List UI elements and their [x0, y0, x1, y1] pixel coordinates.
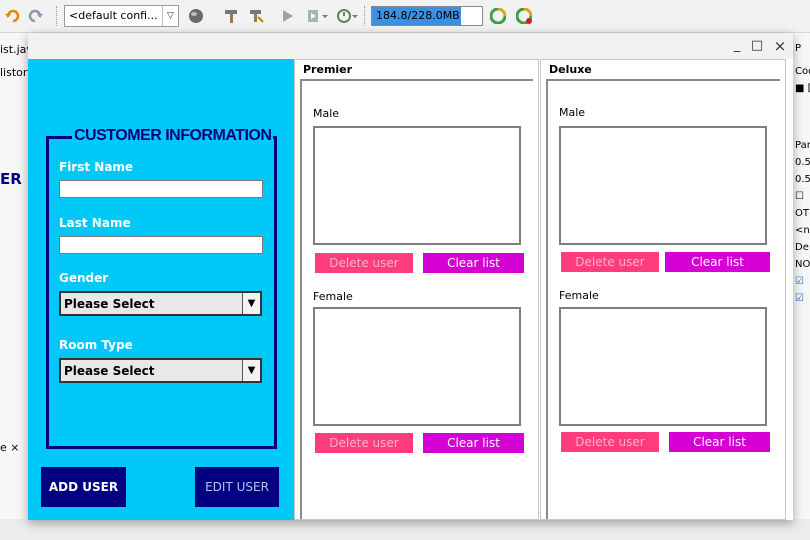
config-select-value: <default confi... [69, 9, 158, 22]
toolbar-separator [364, 6, 365, 26]
panel-divider [300, 79, 302, 519]
gender-select-value: Please Select [64, 297, 155, 311]
deluxe-male-delete-button[interactable]: Delete user [561, 252, 659, 272]
design-preview-fragment: ER IN [0, 170, 28, 188]
panel-divider [546, 79, 548, 519]
first-name-label: First Name [59, 160, 134, 174]
close-icon[interactable]: × [770, 36, 790, 56]
deluxe-female-delete-button[interactable]: Delete user [561, 432, 659, 452]
panel-divider [546, 79, 780, 81]
memory-usage-indicator[interactable]: 184.8/228.0MB [371, 6, 483, 26]
panel-divider [300, 79, 533, 81]
checkbox-fragment: ☑ [795, 276, 804, 287]
deluxe-male-list[interactable] [559, 126, 767, 245]
memory-usage-text: 184.8/228.0MB [376, 9, 460, 22]
premier-female-list[interactable] [313, 307, 521, 426]
globe-icon[interactable] [185, 6, 207, 26]
deluxe-female-label: Female [559, 289, 599, 302]
option-fragment: OT [795, 208, 809, 219]
profiler-snapshot-icon[interactable] [514, 6, 534, 26]
gender-label: Gender [59, 271, 109, 285]
debug-icon[interactable] [305, 6, 331, 26]
deluxe-male-clear-button[interactable]: Clear list [665, 252, 770, 272]
add-user-button[interactable]: ADD USER [41, 467, 126, 507]
chevron-down-icon[interactable]: ▼ [242, 360, 260, 381]
output-tab-fragment[interactable]: e × [0, 441, 28, 454]
undo-icon[interactable] [4, 6, 22, 26]
room-type-label: Room Type [59, 338, 133, 352]
build-hammer-icon[interactable] [221, 6, 241, 26]
deluxe-male-label: Male [559, 106, 586, 119]
minimize-icon[interactable]: _ [727, 36, 747, 56]
premier-title: Premier [303, 63, 353, 76]
default-fragment: De [795, 242, 809, 253]
ide-bottom-area [0, 519, 810, 540]
premier-female-delete-button[interactable]: Delete user [315, 433, 413, 453]
clean-build-icon[interactable] [246, 6, 266, 26]
premier-female-label: Female [313, 290, 353, 303]
toolbar-separator [56, 6, 57, 26]
ide-toolbar: <default confi... ▽ 184.8/228.0MB [0, 0, 810, 33]
premier-male-delete-button[interactable]: Delete user [315, 253, 413, 273]
ide-right-panel: P Cod ■ [ Par 0.5 0.5 ☐ OT <n De NO ☑ ☑ [793, 33, 810, 540]
none-fragment: NO [795, 259, 810, 270]
customer-info-title: CUSTOMER INFORMATION [72, 127, 274, 144]
file-tab-fragment[interactable]: ist.jav [0, 43, 28, 56]
history-tab-fragment[interactable]: listory [0, 66, 28, 79]
value-fragment: 0.5 [795, 157, 810, 168]
premier-male-clear-button[interactable]: Clear list [423, 253, 524, 273]
profile-icon[interactable] [335, 6, 361, 26]
premier-female-clear-button[interactable]: Clear list [423, 433, 524, 453]
room-type-select-value: Please Select [64, 364, 155, 378]
customer-panel: CUSTOMER INFORMATION First Name Last Nam… [28, 59, 294, 520]
deluxe-female-clear-button[interactable]: Clear list [669, 432, 770, 452]
redo-icon[interactable] [26, 6, 44, 26]
gc-icon[interactable] [488, 6, 508, 26]
tag-fragment: <n [795, 225, 810, 236]
checkbox-fragment: ☑ [795, 293, 804, 304]
maximize-icon[interactable]: □ [747, 36, 767, 56]
gender-select[interactable]: Please Select ▼ [59, 291, 262, 316]
edit-user-button[interactable]: EDIT USER [195, 467, 279, 507]
deluxe-title: Deluxe [549, 63, 592, 76]
run-icon[interactable] [279, 6, 297, 26]
first-name-field[interactable] [59, 180, 263, 198]
premier-room-panel: Premier Male Delete user Clear list Fema… [294, 59, 539, 520]
param-fragment: Par [795, 140, 810, 151]
color-fragment: ■ [ [795, 83, 810, 94]
chevron-down-icon[interactable]: ▼ [242, 293, 260, 314]
last-name-label: Last Name [59, 216, 131, 230]
room-type-select[interactable]: Please Select ▼ [59, 358, 262, 383]
chevron-down-icon: ▽ [162, 6, 178, 26]
last-name-field[interactable] [59, 236, 263, 254]
ide-left-panel: ist.jav listory ER IN e × [0, 33, 28, 540]
deluxe-female-list[interactable] [559, 307, 767, 426]
app-window: _ □ × CUSTOMER INFORMATION First Name La… [28, 33, 793, 520]
checkbox-fragment: ☐ [795, 191, 804, 202]
deluxe-room-panel: Deluxe Male Delete user Clear list Femal… [540, 59, 786, 520]
code-fragment: Cod [795, 66, 810, 77]
value-fragment: 0.5 [795, 174, 810, 185]
premier-male-label: Male [313, 107, 340, 120]
properties-fragment: P [795, 43, 802, 54]
title-bar[interactable]: _ □ × [28, 33, 793, 59]
config-select[interactable]: <default confi... ▽ [64, 5, 179, 27]
premier-male-list[interactable] [313, 126, 521, 245]
